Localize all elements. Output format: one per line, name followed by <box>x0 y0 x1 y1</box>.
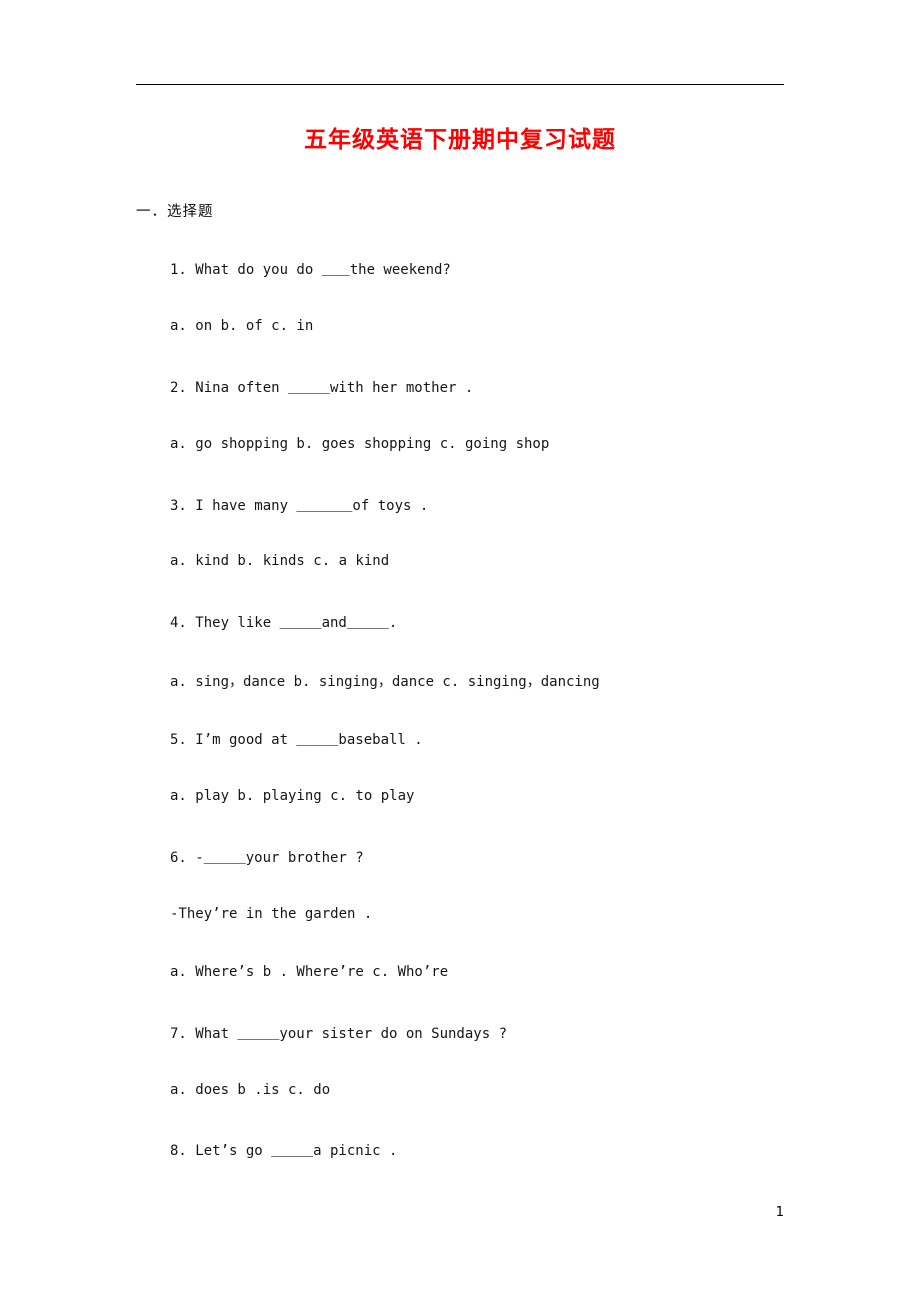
question-line: 8. Let’s go ＿＿＿a picnic . <box>170 1143 398 1159</box>
question-line: a. does b .is c. do <box>170 1082 331 1098</box>
question-line: 3. I have many ＿＿＿＿of toys . <box>170 498 429 514</box>
question-line: a. on b. of c. in <box>170 318 314 334</box>
question-line: a. kind b. kinds c. a kind <box>170 553 390 569</box>
question-line: 6. -＿＿＿your brother ? <box>170 850 364 866</box>
question-line: 5. I’m good at ＿＿＿baseball . <box>170 732 423 748</box>
question-line: a. go shopping b. goes shopping c. going… <box>170 436 550 452</box>
document-page: 五年级英语下册期中复习试题 一．选择题 1. What do you do ＿＿… <box>0 0 920 1302</box>
question-line: a. sing，dance b. singing，dance c. singin… <box>170 674 600 690</box>
header-divider-rule <box>136 84 784 85</box>
section-heading-choice: 一．选择题 <box>136 204 214 220</box>
question-line: 1. What do you do ＿＿the weekend? <box>170 262 451 278</box>
question-line: a. play b. playing c. to play <box>170 788 415 804</box>
question-line: 2. Nina often ＿＿＿with her mother . <box>170 380 474 396</box>
question-line: -They’re in the garden . <box>170 906 373 922</box>
question-line: 4. They like ＿＿＿and＿＿＿. <box>170 615 398 631</box>
question-line: 7. What ＿＿＿your sister do on Sundays ? <box>170 1026 508 1042</box>
question-line: a. Where’s b . Where’re c. Who’re <box>170 964 449 980</box>
page-title: 五年级英语下册期中复习试题 <box>304 127 616 153</box>
page-number: 1 <box>775 1205 784 1220</box>
